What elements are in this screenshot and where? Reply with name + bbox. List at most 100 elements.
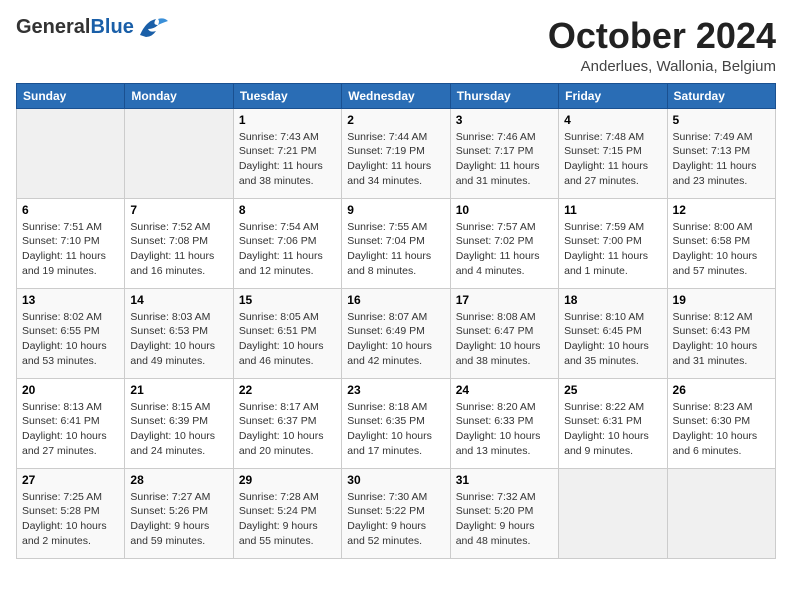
calendar-cell: 3Sunrise: 7:46 AM Sunset: 7:17 PM Daylig… [450, 108, 558, 198]
day-number: 27 [22, 473, 119, 487]
day-info: Sunrise: 7:48 AM Sunset: 7:15 PM Dayligh… [564, 130, 661, 189]
day-info: Sunrise: 7:43 AM Sunset: 7:21 PM Dayligh… [239, 130, 336, 189]
calendar-cell: 14Sunrise: 8:03 AM Sunset: 6:53 PM Dayli… [125, 288, 233, 378]
day-number: 28 [130, 473, 227, 487]
day-number: 21 [130, 383, 227, 397]
day-header-wednesday: Wednesday [342, 83, 450, 108]
logo: GeneralBlue [16, 16, 168, 39]
day-info: Sunrise: 7:52 AM Sunset: 7:08 PM Dayligh… [130, 220, 227, 279]
calendar-cell: 7 Sunrise: 7:52 AM Sunset: 7:08 PM Daylig… [125, 198, 233, 288]
week-row-3: 13 Sunrise: 8:02 AM Sunset: 6:55 PM Dayli… [17, 288, 776, 378]
day-number: 23 [347, 383, 444, 397]
day-info: Sunrise: 8:10 AM Sunset: 6:45 PM Dayligh… [564, 310, 661, 369]
day-number: 13 [22, 293, 119, 307]
day-info: Sunrise: 8:20 AM Sunset: 6:33 PM Dayligh… [456, 400, 553, 459]
page-header: GeneralBlue October 2024 Anderlues, Wall… [16, 16, 776, 75]
calendar-cell: 28 Sunrise: 7:27 AM Sunset: 5:26 PM Dayli… [125, 468, 233, 558]
calendar-cell: 25 Sunrise: 8:22 AM Sunset: 6:31 PM Dayli… [559, 378, 667, 468]
day-info: Sunrise: 7:32 AM Sunset: 5:20 PM Dayligh… [456, 490, 553, 549]
day-number: 19 [673, 293, 770, 307]
calendar-cell: 26 Sunrise: 8:23 AM Sunset: 6:30 PM Dayli… [667, 378, 775, 468]
day-header-monday: Monday [125, 83, 233, 108]
day-number: 16 [347, 293, 444, 307]
calendar-cell: 17 Sunrise: 8:08 AM Sunset: 6:47 PM Dayli… [450, 288, 558, 378]
day-info: Sunrise: 8:13 AM Sunset: 6:41 PM Dayligh… [22, 400, 119, 459]
day-number: 8 [239, 203, 336, 217]
day-info: Sunrise: 7:28 AM Sunset: 5:24 PM Dayligh… [239, 490, 336, 549]
day-info: Sunrise: 7:30 AM Sunset: 5:22 PM Dayligh… [347, 490, 444, 549]
location-subtitle: Anderlues, Wallonia, Belgium [548, 58, 776, 75]
calendar-header: SundayMondayTuesdayWednesdayThursdayFrid… [17, 83, 776, 108]
day-header-tuesday: Tuesday [233, 83, 341, 108]
day-info: Sunrise: 7:51 AM Sunset: 7:10 PM Dayligh… [22, 220, 119, 279]
calendar-cell: 30 Sunrise: 7:30 AM Sunset: 5:22 PM Dayli… [342, 468, 450, 558]
day-number: 22 [239, 383, 336, 397]
day-number: 31 [456, 473, 553, 487]
day-header-saturday: Saturday [667, 83, 775, 108]
day-number: 7 [130, 203, 227, 217]
day-number: 11 [564, 203, 661, 217]
week-row-4: 20 Sunrise: 8:13 AM Sunset: 6:41 PM Dayli… [17, 378, 776, 468]
calendar-cell: 4 Sunrise: 7:48 AM Sunset: 7:15 PM Daylig… [559, 108, 667, 198]
calendar-body: 1 Sunrise: 7:43 AM Sunset: 7:21 PM Daylig… [17, 108, 776, 558]
day-info: Sunrise: 7:27 AM Sunset: 5:26 PM Dayligh… [130, 490, 227, 549]
day-number: 5 [673, 113, 770, 127]
day-info: Sunrise: 8:03 AM Sunset: 6:53 PM Dayligh… [130, 310, 227, 369]
calendar-cell: 24 Sunrise: 8:20 AM Sunset: 6:33 PM Dayli… [450, 378, 558, 468]
day-number: 30 [347, 473, 444, 487]
calendar-cell: 15 Sunrise: 8:05 AM Sunset: 6:51 PM Dayli… [233, 288, 341, 378]
day-info: Sunrise: 8:02 AM Sunset: 6:55 PM Dayligh… [22, 310, 119, 369]
day-info: Sunrise: 7:46 AM Sunset: 7:17 PM Dayligh… [456, 130, 553, 189]
calendar-cell: 13 Sunrise: 8:02 AM Sunset: 6:55 PM Dayli… [17, 288, 125, 378]
logo-general-text: GeneralBlue [16, 16, 134, 39]
calendar-cell: 12Sunrise: 8:00 AM Sunset: 6:58 PM Dayli… [667, 198, 775, 288]
day-number: 6 [22, 203, 119, 217]
calendar-cell: 22Sunrise: 8:17 AM Sunset: 6:37 PM Dayli… [233, 378, 341, 468]
calendar-cell [667, 468, 775, 558]
day-number: 15 [239, 293, 336, 307]
calendar-cell: 27 Sunrise: 7:25 AM Sunset: 5:28 PM Dayli… [17, 468, 125, 558]
day-info: Sunrise: 8:12 AM Sunset: 6:43 PM Dayligh… [673, 310, 770, 369]
calendar-cell [559, 468, 667, 558]
day-number: 1 [239, 113, 336, 127]
day-number: 24 [456, 383, 553, 397]
day-info: Sunrise: 7:44 AM Sunset: 7:19 PM Dayligh… [347, 130, 444, 189]
day-info: Sunrise: 8:22 AM Sunset: 6:31 PM Dayligh… [564, 400, 661, 459]
day-number: 25 [564, 383, 661, 397]
day-number: 26 [673, 383, 770, 397]
day-info: Sunrise: 7:25 AM Sunset: 5:28 PM Dayligh… [22, 490, 119, 549]
calendar-cell [125, 108, 233, 198]
day-number: 17 [456, 293, 553, 307]
week-row-1: 1 Sunrise: 7:43 AM Sunset: 7:21 PM Daylig… [17, 108, 776, 198]
calendar-cell: 8 Sunrise: 7:54 AM Sunset: 7:06 PM Daylig… [233, 198, 341, 288]
day-info: Sunrise: 8:07 AM Sunset: 6:49 PM Dayligh… [347, 310, 444, 369]
day-number: 2 [347, 113, 444, 127]
day-number: 4 [564, 113, 661, 127]
calendar-cell: 6 Sunrise: 7:51 AM Sunset: 7:10 PM Daylig… [17, 198, 125, 288]
day-info: Sunrise: 8:18 AM Sunset: 6:35 PM Dayligh… [347, 400, 444, 459]
day-info: Sunrise: 7:54 AM Sunset: 7:06 PM Dayligh… [239, 220, 336, 279]
calendar-cell: 5Sunrise: 7:49 AM Sunset: 7:13 PM Daylig… [667, 108, 775, 198]
day-number: 12 [673, 203, 770, 217]
day-header-thursday: Thursday [450, 83, 558, 108]
calendar-cell: 10Sunrise: 7:57 AM Sunset: 7:02 PM Dayli… [450, 198, 558, 288]
day-number: 9 [347, 203, 444, 217]
calendar-cell: 11 Sunrise: 7:59 AM Sunset: 7:00 PM Dayli… [559, 198, 667, 288]
day-number: 20 [22, 383, 119, 397]
calendar-cell: 21 Sunrise: 8:15 AM Sunset: 6:39 PM Dayli… [125, 378, 233, 468]
month-title: October 2024 [548, 16, 776, 56]
day-info: Sunrise: 8:08 AM Sunset: 6:47 PM Dayligh… [456, 310, 553, 369]
calendar-cell: 19 Sunrise: 8:12 AM Sunset: 6:43 PM Dayli… [667, 288, 775, 378]
day-info: Sunrise: 7:59 AM Sunset: 7:00 PM Dayligh… [564, 220, 661, 279]
day-header-sunday: Sunday [17, 83, 125, 108]
calendar-cell: 31 Sunrise: 7:32 AM Sunset: 5:20 PM Dayli… [450, 468, 558, 558]
day-number: 18 [564, 293, 661, 307]
calendar-cell: 1 Sunrise: 7:43 AM Sunset: 7:21 PM Daylig… [233, 108, 341, 198]
day-info: Sunrise: 8:05 AM Sunset: 6:51 PM Dayligh… [239, 310, 336, 369]
calendar-cell: 29Sunrise: 7:28 AM Sunset: 5:24 PM Dayli… [233, 468, 341, 558]
day-info: Sunrise: 8:15 AM Sunset: 6:39 PM Dayligh… [130, 400, 227, 459]
calendar-cell: 16 Sunrise: 8:07 AM Sunset: 6:49 PM Dayli… [342, 288, 450, 378]
day-info: Sunrise: 7:57 AM Sunset: 7:02 PM Dayligh… [456, 220, 553, 279]
day-info: Sunrise: 8:23 AM Sunset: 6:30 PM Dayligh… [673, 400, 770, 459]
day-header-friday: Friday [559, 83, 667, 108]
